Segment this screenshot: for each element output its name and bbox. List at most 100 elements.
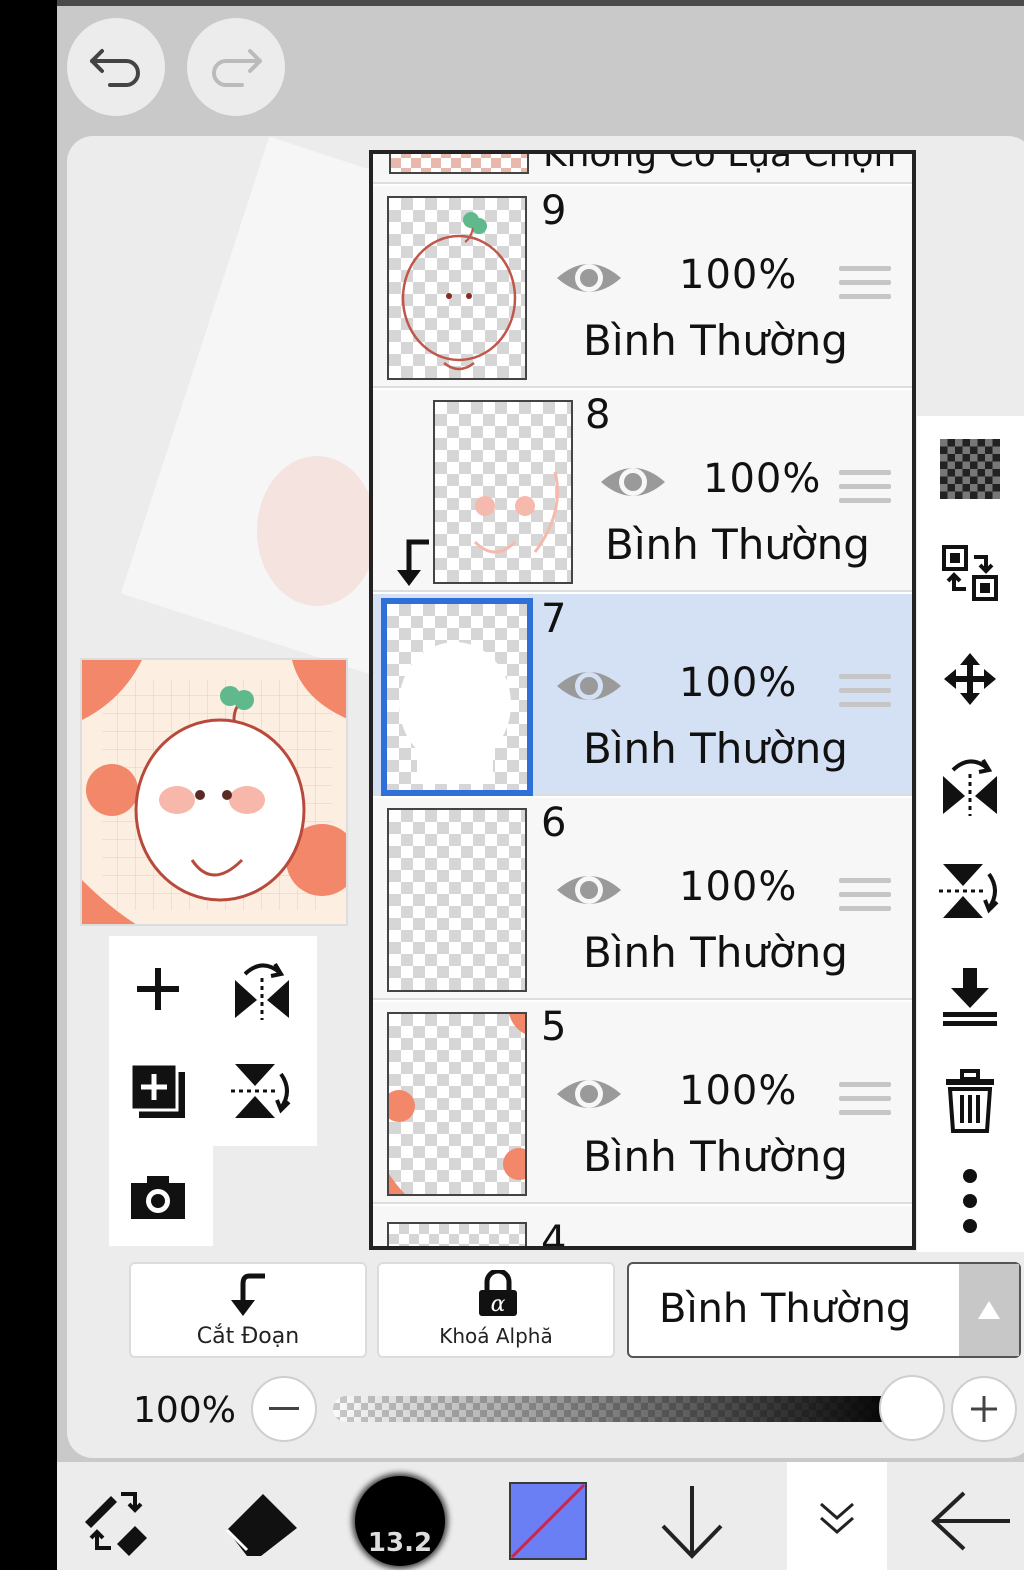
layer-thumbnail [433,400,573,584]
opacity-slider-thumb[interactable] [879,1375,945,1441]
chevron-double-down-icon [820,1502,854,1534]
layer-opacity: 100% [679,660,798,706]
merge-down-button[interactable] [937,964,1003,1030]
more-options-button[interactable] [937,1168,1003,1234]
svg-text:α: α [491,1292,506,1317]
add-layer-button[interactable] [125,956,191,1022]
top-divider [57,0,1024,6]
color-swatch-icon [509,1482,587,1560]
eraser-button[interactable] [217,1476,307,1566]
flip-vertical-icon [939,864,999,918]
layer-thumbnail [381,598,533,796]
eye-icon[interactable] [553,1072,625,1116]
delete-layer-button[interactable] [937,1068,1003,1134]
bottom-toolbar: 13.2 [57,1462,1024,1570]
layer-number: 8 [585,392,611,438]
clipping-label: Cắt Đoạn [196,1324,300,1349]
blend-mode-arrow[interactable] [959,1264,1019,1356]
layer-thumbnail [387,1012,527,1196]
layer-down-button[interactable] [647,1476,737,1566]
eye-icon[interactable] [553,868,625,912]
layer-tools-sidebar [917,416,1024,1252]
transparency-button[interactable] [937,436,1003,502]
tool-switch-button[interactable] [71,1476,161,1566]
opacity-value: 100% [133,1390,236,1431]
layer-number: 9 [541,188,567,234]
canvas-preview-art [82,660,346,924]
layer-thumbnail-art [401,212,517,371]
layer-partial-label: Không Có Lựa Chọn [543,154,897,175]
eraser-icon [225,1494,297,1556]
canvas-preview[interactable] [80,658,348,926]
drag-handle-icon[interactable] [839,878,891,918]
opacity-slider[interactable] [333,1396,913,1422]
trash-icon [946,1069,994,1133]
layer-panel: Không Có Lựa Chọn 9 100% Bình Thường 8 1… [67,136,1024,1458]
undo-icon [90,49,140,87]
arrow-left-icon [931,1491,1010,1551]
move-icon [944,653,996,705]
layer-list[interactable]: Không Có Lựa Chọn 9 100% Bình Thường 8 1… [369,150,916,1250]
merge-down-icon [943,968,997,1026]
eye-icon[interactable] [597,460,669,504]
flip-vertical-button[interactable] [937,858,1003,924]
redo-button[interactable] [187,18,285,116]
eye-icon[interactable] [553,664,625,708]
redo-icon [212,49,262,87]
swap-layer-icon [942,545,998,601]
layer-blend-mode: Bình Thường [605,520,870,569]
flip-horizontal-button[interactable] [229,956,295,1022]
flip-horizontal-icon [235,962,289,1020]
layer-partial-top[interactable]: Không Có Lựa Chọn [373,154,912,184]
plus-icon [971,1396,997,1422]
color-button[interactable] [503,1476,593,1566]
brush-size-button[interactable]: 13.2 [355,1476,445,1566]
alpha-lock-button[interactable]: α Khoá Alphă [377,1262,615,1358]
clipping-button[interactable]: Cắt Đoạn [129,1262,367,1358]
eye-icon[interactable] [553,256,625,300]
layer-number: 4 [541,1218,567,1250]
undo-button[interactable] [67,18,165,116]
layer-row[interactable]: 5 100% Bình Thường [373,1002,912,1204]
quick-tools-gap [213,1146,321,1250]
collapse-panel-button[interactable] [787,1462,887,1570]
transparency-icon [940,439,1000,499]
layer-partial-bottom[interactable]: 4 [373,1206,912,1250]
layer-blend-mode: Bình Thường [583,1132,848,1181]
opacity-increase-button[interactable] [951,1376,1017,1442]
move-button[interactable] [937,646,1003,712]
opacity-row: 100% [67,1370,1024,1450]
add-layer-icon [137,968,179,1010]
triangle-up-icon [978,1301,1000,1319]
add-layer-copy-icon [129,1062,185,1118]
layer-row-selected[interactable]: 7 100% Bình Thường [373,594,912,796]
camera-button[interactable] [125,1164,191,1230]
flip-horizontal-button[interactable] [937,752,1003,818]
add-layer-copy-button[interactable] [125,1058,191,1124]
layer-row[interactable]: 8 100% Bình Thường [373,390,912,592]
drag-handle-icon[interactable] [839,1082,891,1122]
layer-opacity: 100% [679,1068,798,1114]
layer-partial-thumb [389,154,529,174]
layer-partial-thumb [387,1222,527,1246]
layer-row[interactable]: 9 100% Bình Thường [373,186,912,388]
brush-size-preview: 13.2 [355,1476,445,1566]
swap-layer-button[interactable] [937,540,1003,606]
layer-blend-mode: Bình Thường [583,724,848,773]
drag-handle-icon[interactable] [839,470,891,510]
back-button[interactable] [927,1476,1017,1566]
app-window: Không Có Lựa Chọn 9 100% Bình Thường 8 1… [57,0,1024,1570]
layer-blend-mode: Bình Thường [583,928,848,977]
minus-icon [269,1407,299,1410]
clipping-arrow-icon [397,539,429,586]
drag-handle-icon[interactable] [839,674,891,714]
layer-opacity: 100% [679,864,798,910]
drag-handle-icon[interactable] [839,266,891,306]
layer-thumbnail-art [473,471,559,554]
blend-mode-select[interactable]: Bình Thường [627,1262,1021,1358]
brush-eraser-swap-icon [85,1492,147,1556]
opacity-decrease-button[interactable] [251,1376,317,1442]
layer-opacity: 100% [679,252,798,298]
flip-vertical-button[interactable] [229,1058,295,1124]
layer-row[interactable]: 6 100% Bình Thường [373,798,912,1000]
